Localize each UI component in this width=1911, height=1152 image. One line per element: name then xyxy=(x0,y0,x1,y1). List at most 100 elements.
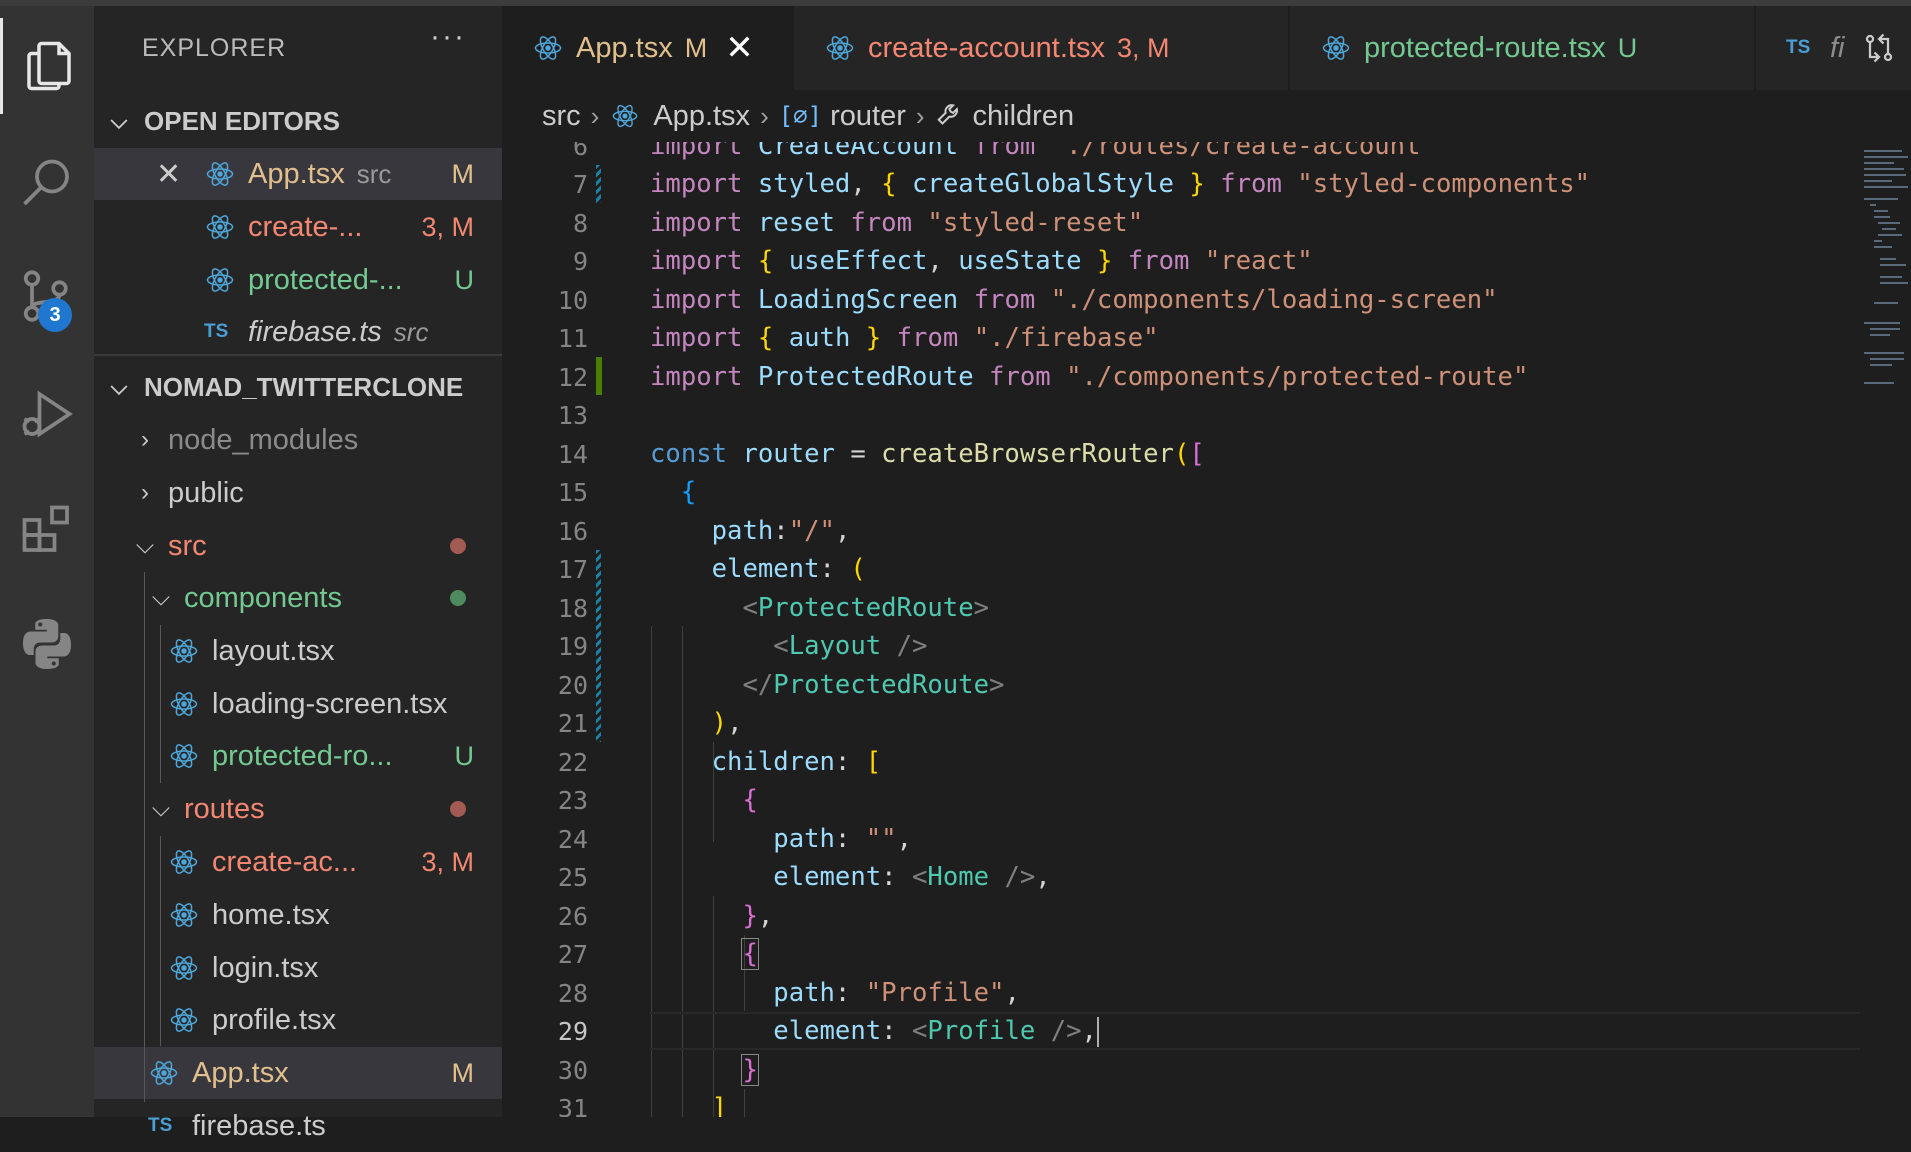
minimap[interactable] xyxy=(1860,142,1911,1117)
line-number: 21 xyxy=(557,708,588,738)
tree-file-create-account[interactable]: create-ac... 3, M xyxy=(94,836,502,888)
file-name: firebase.ts xyxy=(248,315,382,348)
tab-app-tsx[interactable]: App.tsx M ✕ xyxy=(502,6,792,90)
chevron-right-icon: › xyxy=(141,426,149,453)
tab-protected-route[interactable]: protected-route.tsx U xyxy=(1290,6,1754,90)
tree-file-loading-screen[interactable]: loading-screen.tsx xyxy=(94,678,502,730)
code-line: 30 } xyxy=(502,1051,1860,1090)
tab-label: create-account.tsx xyxy=(868,31,1105,64)
python-activity-button[interactable] xyxy=(0,596,94,692)
git-status: U xyxy=(1617,32,1638,63)
extensions-activity-button[interactable] xyxy=(0,482,94,578)
tree-file-firebase-ts[interactable]: TS firebase.ts xyxy=(94,1100,502,1152)
code-line: 6 import CreateAccount from "./routes/cr… xyxy=(502,142,1860,166)
tree-file-protected-route[interactable]: protected-ro... U xyxy=(94,730,502,782)
code-line: 24 path: "", xyxy=(502,820,1860,859)
source-control-activity-button[interactable]: 3 xyxy=(0,248,94,344)
folder-name: components xyxy=(184,581,342,614)
tab-label: protected-route.tsx xyxy=(1364,31,1606,64)
file-name: layout.tsx xyxy=(212,634,335,667)
close-icon[interactable]: ✕ xyxy=(156,157,181,192)
tab-firebase-ts[interactable]: TS fi xyxy=(1756,6,1856,90)
files-icon xyxy=(26,41,71,91)
tree-folder-components[interactable]: ⌵ components xyxy=(94,572,502,624)
explorer-title: EXPLORER xyxy=(142,34,287,62)
code-text: import reset from "styled-reset" xyxy=(650,208,1144,239)
search-activity-button[interactable] xyxy=(0,136,94,232)
code-line: 9 import { useEffect, useState } from "r… xyxy=(502,242,1860,281)
line-number: 9 xyxy=(572,246,588,276)
line-number: 26 xyxy=(557,901,588,931)
breadcrumb-children[interactable]: children xyxy=(973,100,1075,133)
line-number: 13 xyxy=(557,400,588,430)
code-line: 25 element: <Home />, xyxy=(502,858,1860,897)
chevron-down-icon: ⌵ xyxy=(135,532,155,559)
folder-name: routes xyxy=(184,792,265,825)
tab-create-account[interactable]: create-account.tsx 3, M xyxy=(794,6,1288,90)
tree-folder-public[interactable]: › public xyxy=(94,467,502,519)
open-editor-firebase-ts[interactable]: TS firebase.ts src xyxy=(94,306,502,358)
file-name: home.tsx xyxy=(212,898,330,931)
tree-file-app-tsx[interactable]: App.tsx M xyxy=(94,1047,502,1099)
chevron-down-icon: ⌵ xyxy=(151,584,171,611)
tree-folder-routes[interactable]: ⌵ routes xyxy=(94,783,502,835)
chevron-right-icon: › xyxy=(760,100,769,131)
react-icon xyxy=(824,32,856,64)
explorer-more-actions-button[interactable]: ··· xyxy=(430,20,466,54)
chevron-down-icon: ⌵ xyxy=(110,108,128,133)
explorer-activity-button[interactable] xyxy=(0,18,94,114)
tree-file-profile[interactable]: profile.tsx xyxy=(94,994,502,1046)
code-text: path: "Profile", xyxy=(773,978,1020,1009)
tree-file-login[interactable]: login.tsx xyxy=(94,942,502,994)
open-editors-header[interactable]: ⌵ OPEN EDITORS xyxy=(94,96,502,146)
code-text: <ProtectedRoute> xyxy=(742,593,990,624)
editor-tab-bar: App.tsx M ✕ create-account.tsx 3, M prot… xyxy=(502,6,1911,90)
code-line: 7 import styled, { createGlobalStyle } f… xyxy=(502,165,1860,204)
open-editor-app-tsx[interactable]: ✕ App.tsx src M xyxy=(94,148,502,200)
breadcrumb-router[interactable]: router xyxy=(830,100,906,133)
folder-name: node_modules xyxy=(168,423,359,456)
git-status: U xyxy=(454,740,475,771)
file-name: profile.tsx xyxy=(212,1003,337,1036)
react-icon xyxy=(168,1004,200,1036)
chevron-right-icon: › xyxy=(141,479,149,506)
run-debug-activity-button[interactable] xyxy=(0,366,94,462)
explorer-sidebar: EXPLORER ··· ⌵ OPEN EDITORS ✕ App.tsx sr… xyxy=(94,6,502,1142)
untracked-dot xyxy=(450,590,466,606)
open-editor-create-account[interactable]: create-... 3, M xyxy=(94,201,502,253)
file-name: App.tsx xyxy=(192,1056,289,1089)
open-editor-protected-route[interactable]: protected-... U xyxy=(94,254,502,306)
code-line: 28 path: "Profile", xyxy=(502,974,1860,1013)
line-number: 27 xyxy=(557,939,588,969)
code-text: }, xyxy=(742,901,774,932)
code-editor[interactable]: 6 import CreateAccount from "./routes/cr… xyxy=(502,142,1860,1117)
search-icon xyxy=(23,159,69,206)
tree-file-home[interactable]: home.tsx xyxy=(94,889,502,941)
close-icon[interactable]: ✕ xyxy=(725,28,754,68)
code-text: { xyxy=(680,477,697,508)
breadcrumb-app-tsx[interactable]: App.tsx xyxy=(653,100,750,133)
code-text: import { useEffect, useState } from "rea… xyxy=(650,246,1313,277)
line-number: 30 xyxy=(557,1055,588,1085)
typescript-icon: TS xyxy=(1786,37,1811,58)
code-line: 21 ), xyxy=(502,704,1860,743)
compare-changes-button[interactable] xyxy=(1847,6,1911,90)
breadcrumb-src[interactable]: src xyxy=(542,100,581,133)
code-text: import LoadingScreen from "./components/… xyxy=(650,285,1498,316)
line-number: 12 xyxy=(557,362,588,392)
typescript-icon: TS xyxy=(148,1115,173,1136)
code-line: 26 }, xyxy=(502,897,1860,936)
code-text: <Layout /> xyxy=(773,631,928,662)
line-number: 25 xyxy=(557,862,588,892)
tree-folder-node-modules[interactable]: › node_modules xyxy=(94,414,502,466)
react-icon xyxy=(1320,32,1352,64)
git-status: U xyxy=(454,264,475,295)
python-icon xyxy=(23,619,71,669)
file-name: protected-... xyxy=(248,263,403,296)
tree-file-layout[interactable]: layout.tsx xyxy=(94,625,502,677)
project-header[interactable]: ⌵ NOMAD_TWITTERCLONE xyxy=(94,362,502,412)
tree-indent-guide xyxy=(160,836,161,1046)
tree-folder-src[interactable]: ⌵ src xyxy=(94,520,502,572)
line-number: 8 xyxy=(572,208,588,238)
file-name: create-ac... xyxy=(212,845,358,878)
